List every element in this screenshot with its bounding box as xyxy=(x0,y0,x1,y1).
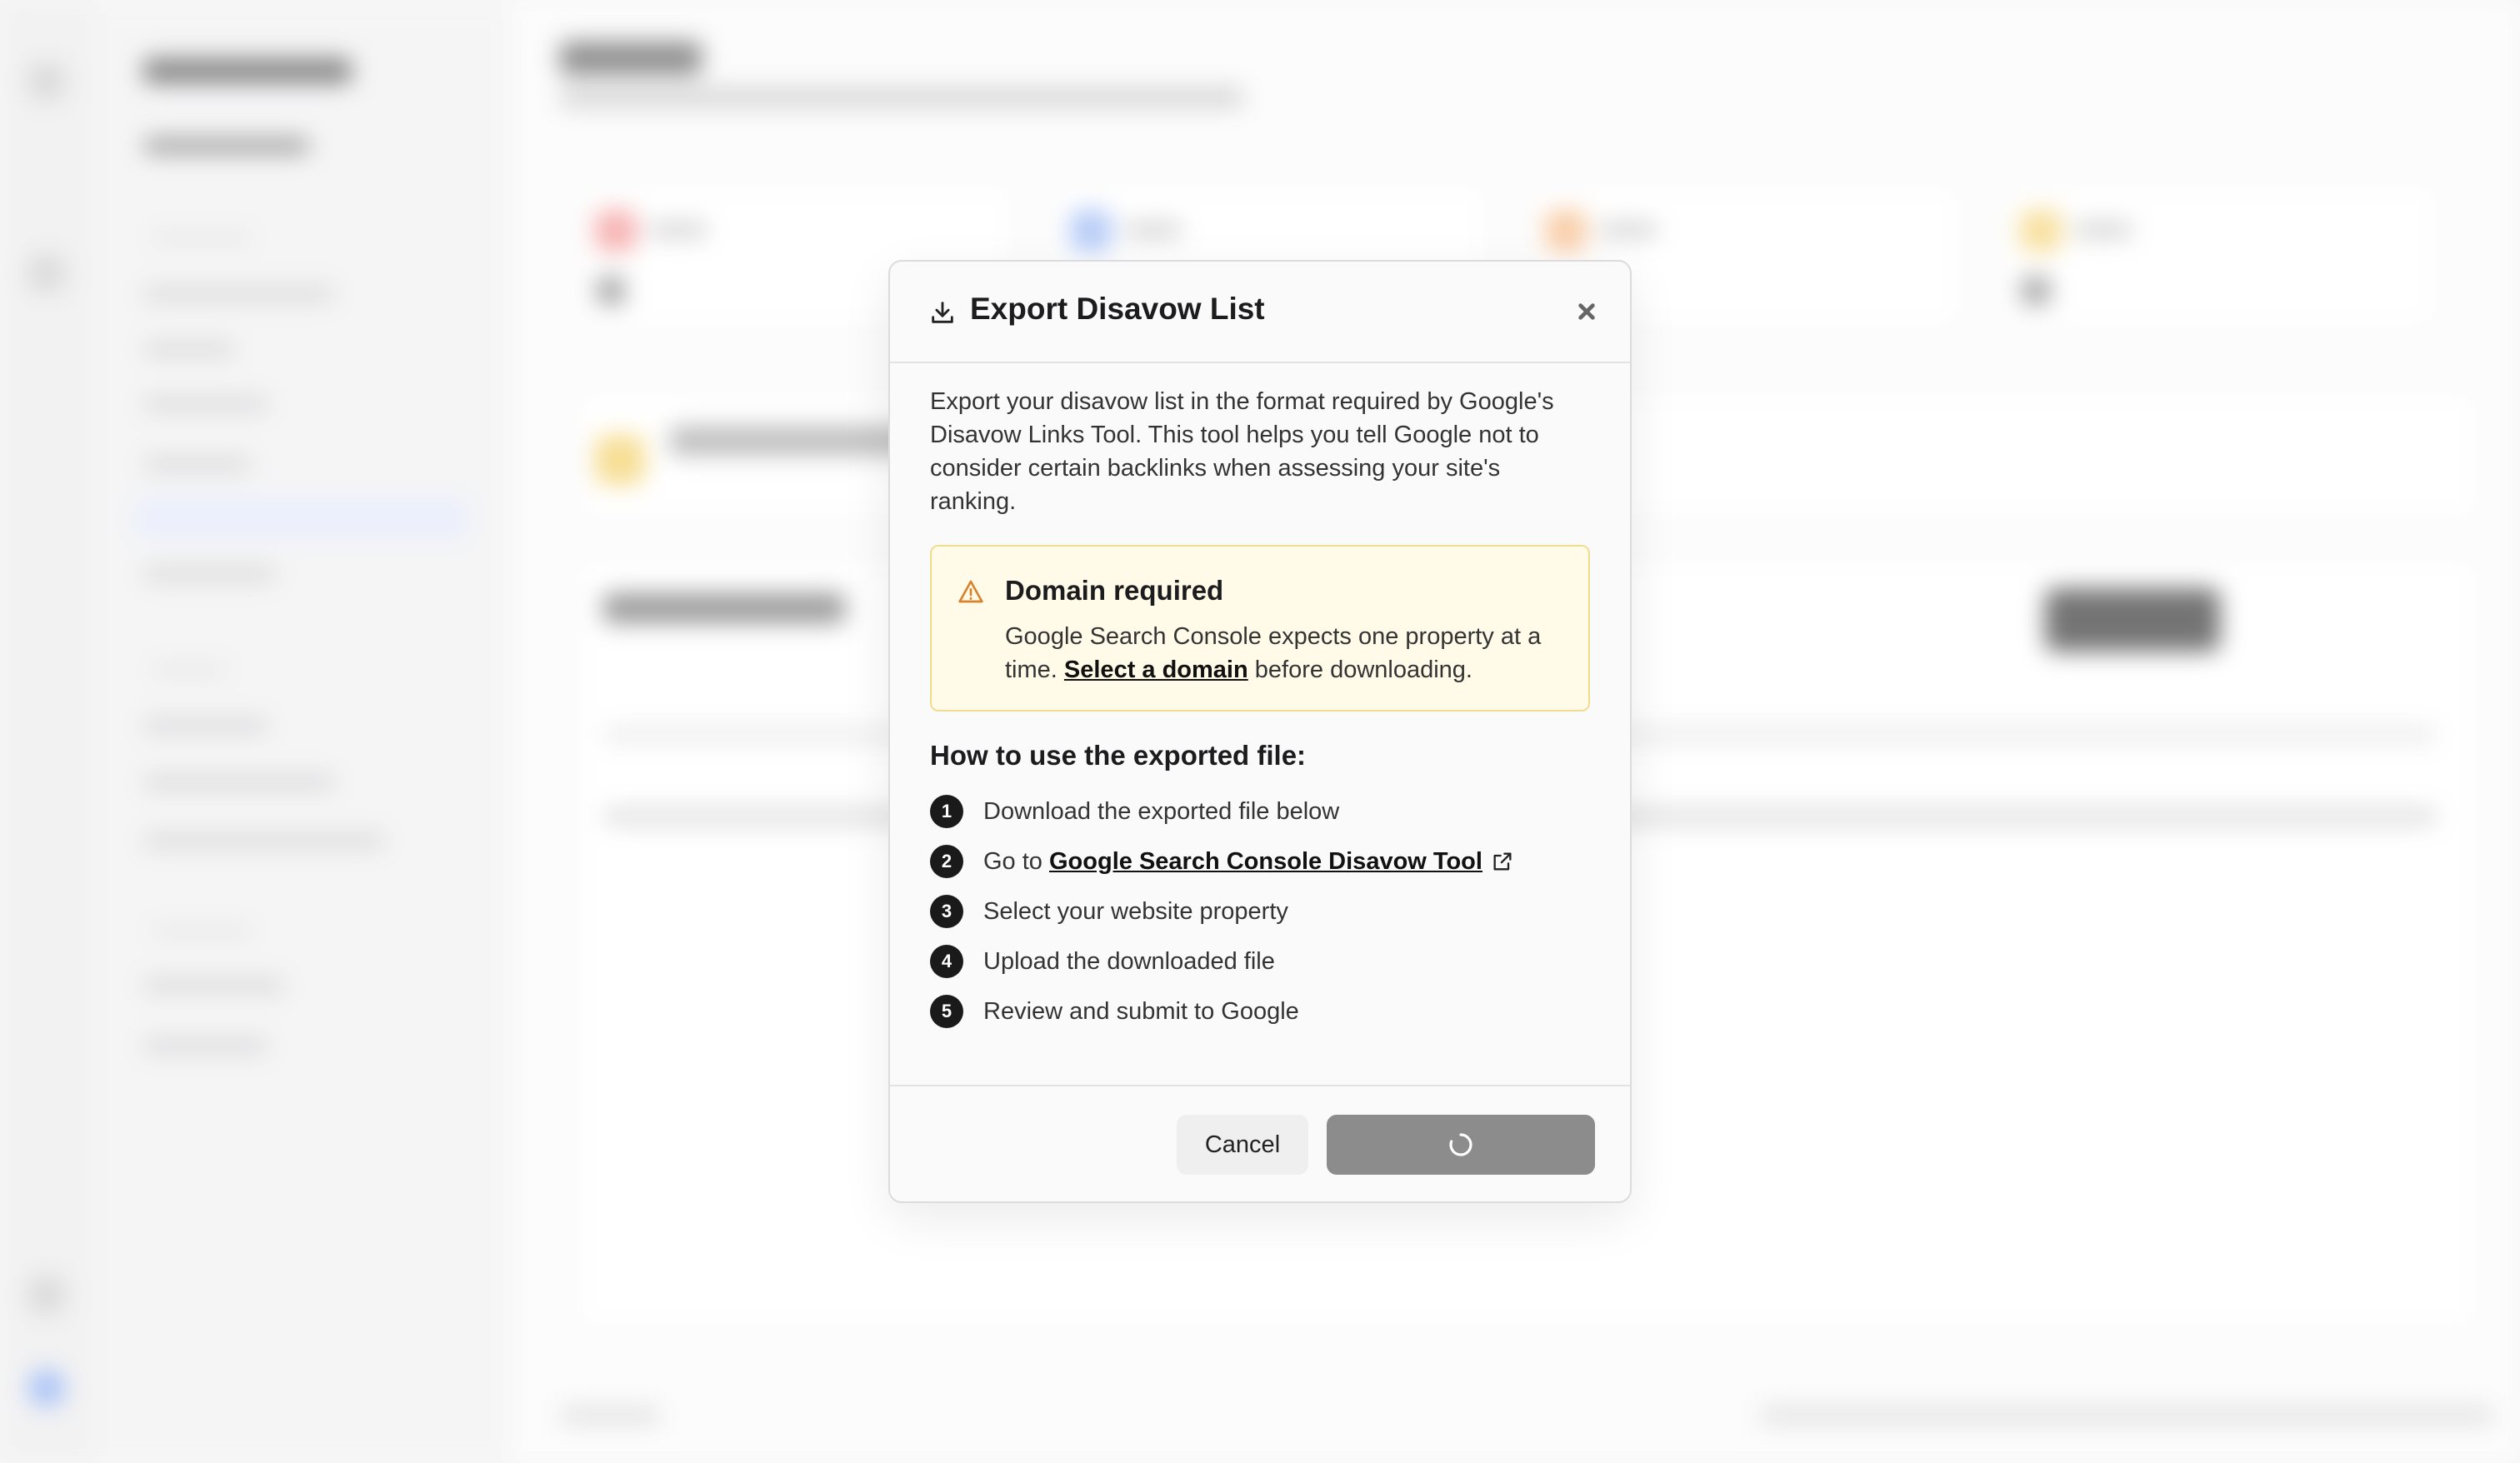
download-icon xyxy=(932,302,953,323)
dialog-description: Export your disavow list in the format r… xyxy=(930,388,1554,515)
export-disavow-dialog: Export Disavow List Export your disavow … xyxy=(888,260,1632,1203)
warning-icon xyxy=(958,580,983,603)
dialog-footer: Cancel xyxy=(890,1085,1630,1201)
disavow-tool-link[interactable]: Google Search Console Disavow Tool xyxy=(1049,848,1482,876)
list-item: 5 Review and submit to Google xyxy=(930,986,1590,1036)
close-icon xyxy=(1578,303,1595,320)
list-item: 4 Upload the downloaded file xyxy=(930,936,1590,986)
dialog-header: Export Disavow List xyxy=(890,262,1630,363)
step-number-badge: 2 xyxy=(930,845,963,878)
external-link-icon[interactable] xyxy=(1491,850,1514,873)
step-number-badge: 1 xyxy=(930,795,963,828)
download-button[interactable] xyxy=(1327,1115,1595,1175)
dialog-title: Export Disavow List xyxy=(970,292,1265,326)
domain-required-alert: Domain required Google Search Console ex… xyxy=(930,545,1590,712)
alert-title: Domain required xyxy=(1005,575,1224,606)
steps-list: 1 Download the exported file below 2 Go … xyxy=(930,786,1590,1036)
close-button[interactable] xyxy=(1568,293,1605,330)
alert-text: Google Search Console expects one proper… xyxy=(1005,623,1542,683)
step-text: Review and submit to Google xyxy=(983,997,1299,1025)
cancel-button[interactable]: Cancel xyxy=(1177,1115,1308,1175)
step-number-badge: 3 xyxy=(930,895,963,928)
select-domain-link[interactable]: Select a domain xyxy=(1064,657,1248,683)
step-text: Go to xyxy=(983,847,1042,875)
list-item: 1 Download the exported file below xyxy=(930,786,1590,836)
step-number-badge: 4 xyxy=(930,945,963,978)
step-text: Select your website property xyxy=(983,897,1288,925)
dialog-body: Export your disavow list in the format r… xyxy=(930,385,1590,1036)
step-text: Download the exported file below xyxy=(983,797,1340,825)
list-item: 3 Select your website property xyxy=(930,886,1590,936)
spinner-icon xyxy=(1449,1133,1472,1156)
step-text: Upload the downloaded file xyxy=(983,947,1275,975)
step-number-badge: 5 xyxy=(930,995,963,1028)
list-item: 2 Go to Google Search Console Disavow To… xyxy=(930,836,1590,886)
howto-heading: How to use the exported file: xyxy=(930,740,1307,771)
